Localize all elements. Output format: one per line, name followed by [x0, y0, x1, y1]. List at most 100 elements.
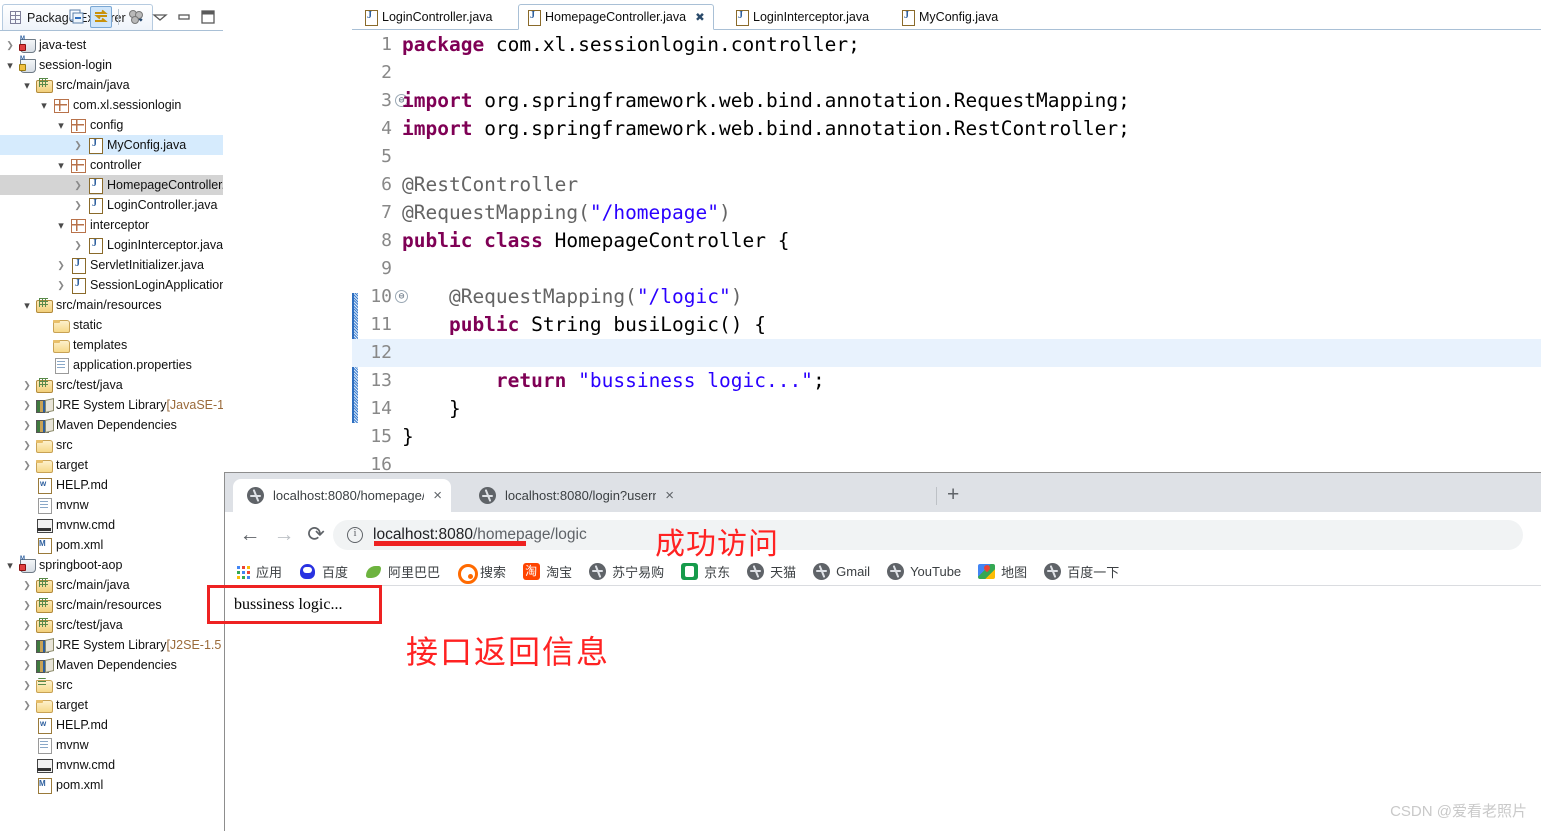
collapse-all-icon[interactable] — [66, 6, 88, 28]
tree-expand-closed-icon[interactable] — [19, 460, 35, 471]
site-info-icon[interactable] — [347, 527, 363, 543]
tree-expand-open-icon[interactable] — [53, 219, 69, 232]
tree-expand-closed-icon[interactable] — [19, 440, 35, 451]
tree-item[interactable]: config — [0, 115, 223, 135]
code-line[interactable]: 9 — [352, 255, 1541, 283]
tree-item[interactable]: HomepageController.java — [0, 175, 223, 195]
editor-tab[interactable]: HomepageController.java ✖ — [518, 4, 714, 30]
maximize-icon[interactable] — [197, 6, 219, 28]
tree-expand-open-icon[interactable] — [36, 99, 52, 112]
tree-expand-closed-icon[interactable] — [19, 380, 35, 391]
bookmark-item[interactable]: YouTube — [887, 562, 970, 580]
bookmark-item[interactable]: 苏宁易购 — [589, 562, 673, 581]
tree-expand-closed-icon[interactable] — [19, 660, 35, 671]
tree-item[interactable]: MyConfig.java — [0, 135, 223, 155]
tree-item[interactable]: pom.xml — [0, 535, 223, 555]
tree-expand-open-icon[interactable] — [2, 59, 18, 72]
tree-expand-closed-icon[interactable] — [70, 200, 86, 211]
tree-expand-closed-icon[interactable] — [19, 600, 35, 611]
code-line[interactable]: 3 ⊖ import org.springframework.web.bind.an… — [352, 87, 1541, 115]
tree-item[interactable]: src/main/resources — [0, 595, 223, 615]
minimize-icon[interactable] — [173, 6, 195, 28]
code-line[interactable]: 7 @RequestMapping("/homepage") — [352, 199, 1541, 227]
tree-expand-open-icon[interactable] — [53, 159, 69, 172]
tree-item[interactable]: SessionLoginApplication.java — [0, 275, 223, 295]
tree-item[interactable]: mvnw — [0, 735, 223, 755]
close-icon[interactable]: ✖ — [695, 10, 705, 24]
code-line[interactable]: 5 — [352, 143, 1541, 171]
tree-item[interactable]: src — [0, 675, 223, 695]
new-tab-button[interactable]: + — [947, 484, 959, 505]
code-line[interactable]: 12 — [352, 339, 1541, 367]
editor-tab[interactable]: LoginInterceptor.java — [727, 4, 877, 30]
tree-expand-closed-icon[interactable] — [53, 280, 69, 291]
tree-item[interactable]: java-test — [0, 35, 223, 55]
code-line[interactable]: 8 public class HomepageController { — [352, 227, 1541, 255]
tree-item[interactable]: HELP.md — [0, 475, 223, 495]
code-line[interactable]: 1 package com.xl.sessionlogin.controller; — [352, 31, 1541, 59]
tree-expand-open-icon[interactable] — [53, 119, 69, 132]
tree-expand-closed-icon[interactable] — [19, 700, 35, 711]
bookmark-item[interactable]: 应用 — [237, 562, 291, 581]
tree-item[interactable]: Maven Dependencies — [0, 655, 223, 675]
tree-expand-closed-icon[interactable] — [19, 420, 35, 431]
tree-item[interactable]: controller — [0, 155, 223, 175]
close-icon[interactable]: × — [433, 487, 442, 504]
bookmark-item[interactable]: 地图 — [978, 562, 1036, 581]
tree-item[interactable]: src — [0, 435, 223, 455]
package-explorer-body[interactable]: java-test session-login src/main/java com.x… — [0, 30, 223, 831]
bookmark-item[interactable]: 淘宝 — [523, 562, 581, 581]
tree-expand-open-icon[interactable] — [19, 299, 35, 312]
tree-item[interactable]: springboot-aop — [0, 555, 223, 575]
link-with-editor-icon[interactable] — [90, 6, 112, 28]
bookmark-item[interactable]: 阿里巴巴 — [365, 562, 449, 581]
code-line[interactable]: 10 ⊖ @RequestMapping("/logic") — [352, 283, 1541, 311]
tree-expand-closed-icon[interactable] — [70, 140, 86, 151]
tree-expand-closed-icon[interactable] — [19, 580, 35, 591]
tree-item[interactable]: src/test/java — [0, 375, 223, 395]
tree-item[interactable]: static — [0, 315, 223, 335]
bookmark-item[interactable]: 百度 — [299, 562, 357, 581]
tree-item[interactable]: interceptor — [0, 215, 223, 235]
tree-item[interactable]: templates — [0, 335, 223, 355]
tree-expand-closed-icon[interactable] — [19, 640, 35, 651]
close-icon[interactable]: × — [665, 487, 674, 504]
tree-expand-closed-icon[interactable] — [70, 180, 86, 191]
tree-expand-closed-icon[interactable] — [19, 680, 35, 691]
tree-item[interactable]: ServletInitializer.java — [0, 255, 223, 275]
code-line[interactable]: 11 public String busiLogic() { — [352, 311, 1541, 339]
project-tree[interactable]: java-test session-login src/main/java com.x… — [0, 31, 223, 795]
tree-item[interactable]: src/test/java — [0, 615, 223, 635]
code-lines[interactable]: 1 package com.xl.sessionlogin.controller;… — [352, 31, 1541, 479]
tree-item[interactable]: HELP.md — [0, 715, 223, 735]
focus-on-active-task-icon[interactable] — [125, 6, 147, 28]
tree-item[interactable]: session-login — [0, 55, 223, 75]
view-menu-icon[interactable] — [149, 6, 171, 28]
browser-tab[interactable]: localhost:8080/login?username × — [465, 479, 683, 512]
code-line[interactable]: 14 } — [352, 395, 1541, 423]
tree-expand-closed-icon[interactable] — [70, 240, 86, 251]
tree-item[interactable]: JRE System Library [J2SE-1.5 — [0, 635, 223, 655]
tree-item[interactable]: src/main/java — [0, 75, 223, 95]
browser-tab[interactable]: localhost:8080/homepage/logic × — [233, 479, 451, 512]
tree-item[interactable]: target — [0, 695, 223, 715]
tree-expand-open-icon[interactable] — [2, 559, 18, 572]
code-line[interactable]: 15} — [352, 423, 1541, 451]
reload-button[interactable]: ⟳ — [303, 522, 329, 548]
bookmark-item[interactable]: 百度一下 — [1044, 562, 1128, 581]
editor-tab[interactable]: MyConfig.java — [893, 4, 1006, 30]
code-line[interactable]: 4 import org.springframework.web.bind.ann… — [352, 115, 1541, 143]
bookmark-item[interactable]: Gmail — [813, 562, 879, 580]
back-button[interactable]: ← — [237, 522, 263, 548]
tree-item[interactable]: mvnw.cmd — [0, 515, 223, 535]
tree-item[interactable]: application.properties — [0, 355, 223, 375]
tree-item[interactable]: Maven Dependencies — [0, 415, 223, 435]
code-line[interactable]: 13 return "bussiness logic..."; — [352, 367, 1541, 395]
editor-tab[interactable]: LoginController.java — [356, 4, 501, 30]
bookmark-item[interactable]: 天猫 — [747, 562, 805, 581]
tree-item[interactable]: mvnw — [0, 495, 223, 515]
tree-item[interactable]: src/main/resources — [0, 295, 223, 315]
tree-expand-closed-icon[interactable] — [19, 620, 35, 631]
tree-item[interactable]: com.xl.sessionlogin — [0, 95, 223, 115]
tree-expand-closed-icon[interactable] — [2, 40, 18, 51]
